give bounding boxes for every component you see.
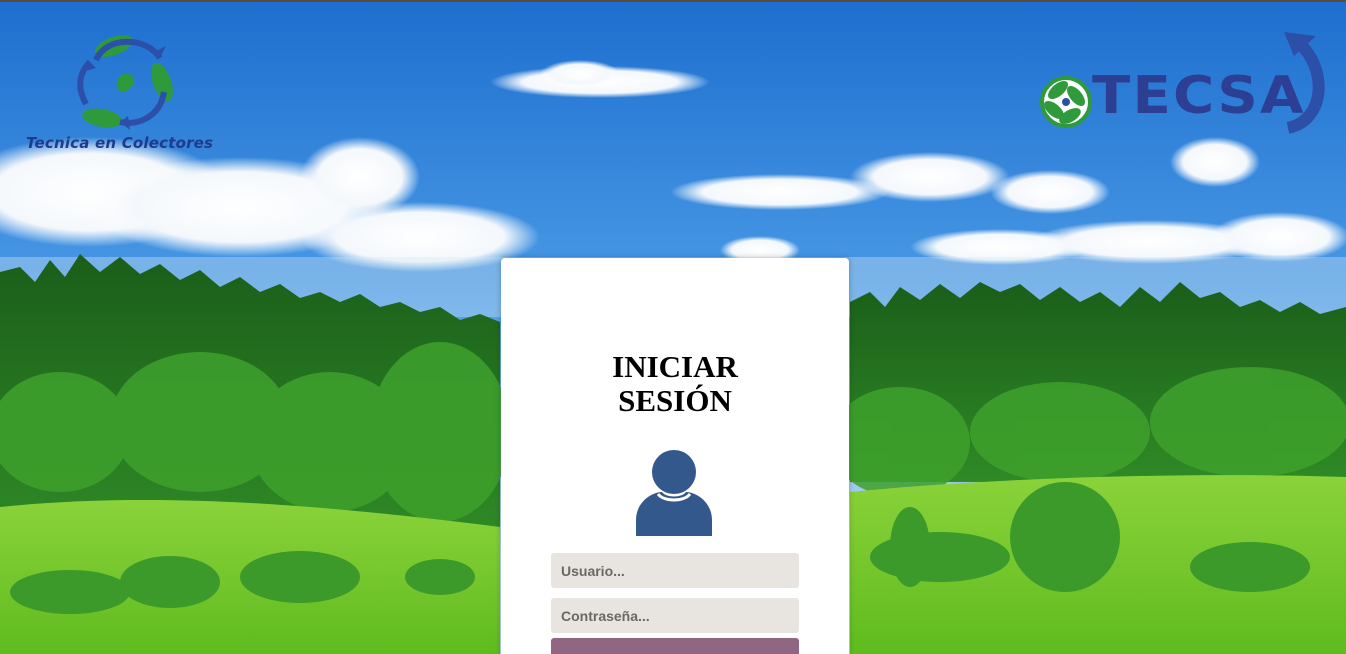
- user-icon: [636, 450, 712, 536]
- username-input[interactable]: [551, 553, 799, 588]
- brand-caption: Tecnica en Colectores: [26, 134, 214, 152]
- password-input[interactable]: [551, 598, 799, 633]
- brand-logo-left: Tecnica en Colectores: [26, 26, 232, 158]
- login-title-line2: SESIÓN: [618, 383, 732, 419]
- login-title-line1: INICIAR: [612, 349, 738, 384]
- brand-logo-right: TECSA: [1036, 28, 1326, 138]
- login-card: INICIAR SESIÓN Aceptar: [501, 258, 849, 654]
- login-title: INICIAR SESIÓN: [501, 349, 849, 419]
- recycle-leaves-icon: [77, 35, 173, 130]
- submit-button[interactable]: Aceptar: [551, 638, 799, 654]
- brand-wordmark: TECSA: [1092, 66, 1306, 126]
